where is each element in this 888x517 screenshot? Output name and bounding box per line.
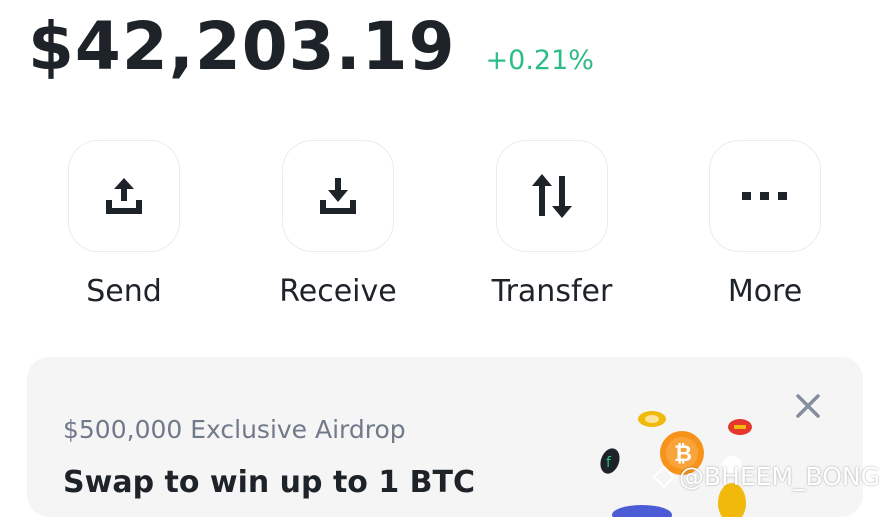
balance-change: +0.21%: [485, 45, 594, 76]
more-dots-icon: [742, 192, 787, 200]
download-icon: [320, 178, 356, 214]
receive-tile[interactable]: [282, 140, 394, 252]
banner-subtitle: $500,000 Exclusive Airdrop: [63, 415, 406, 444]
watermark-text: @BHEEM_BONG: [678, 462, 880, 491]
receive-button[interactable]: Receive: [258, 140, 418, 310]
more-label: More: [727, 274, 803, 309]
total-balance: $42,203.19: [28, 8, 456, 85]
transfer-label: Transfer: [491, 274, 613, 309]
send-button[interactable]: Send: [44, 140, 204, 310]
transfer-arrows-icon: [532, 174, 572, 218]
balance-header: $42,203.19 +0.21%: [28, 4, 594, 90]
send-label: Send: [86, 274, 162, 309]
watermark: @BHEEM_BONG: [652, 462, 880, 491]
more-tile[interactable]: [709, 140, 821, 252]
more-button[interactable]: More: [685, 140, 845, 310]
watermark-logo-icon: [652, 465, 675, 488]
close-icon[interactable]: [793, 391, 823, 421]
upload-icon: [106, 178, 142, 214]
promo-banner[interactable]: $500,000 Exclusive Airdrop Swap to win u…: [27, 357, 863, 517]
quick-actions: Send Receive Transfer More: [0, 140, 888, 320]
transfer-tile[interactable]: [496, 140, 608, 252]
send-tile[interactable]: [68, 140, 180, 252]
banner-headline: Swap to win up to 1 BTC: [63, 465, 476, 500]
transfer-button[interactable]: Transfer: [472, 140, 632, 310]
receive-label: Receive: [279, 274, 397, 309]
